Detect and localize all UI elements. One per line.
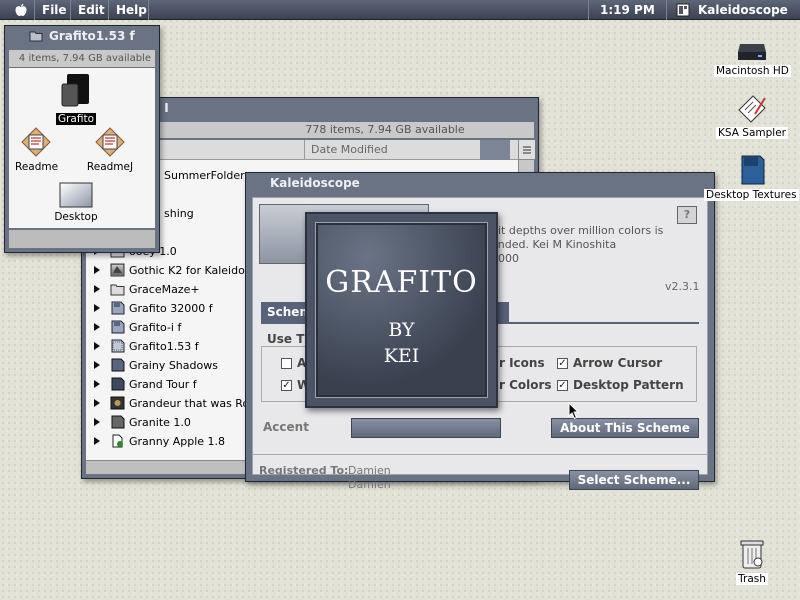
menu-separator <box>34 0 35 20</box>
tab-scheme[interactable]: Schem <box>261 302 312 322</box>
menu-file[interactable]: File <box>38 2 71 18</box>
splash-author: KEI <box>383 345 420 367</box>
option-icons-label: r Icons <box>499 356 545 370</box>
textures-folder-icon <box>741 155 765 185</box>
sampler-document-icon <box>738 95 766 123</box>
folder-window-footer <box>9 230 155 248</box>
disclosure-triangle-icon[interactable] <box>94 323 100 331</box>
folder-icon <box>110 284 125 296</box>
folder-icon <box>111 377 125 391</box>
menu-clock[interactable]: 1:19 PM <box>596 2 659 18</box>
disclosure-triangle-icon[interactable] <box>94 418 100 426</box>
registered-name-1: Damien <box>348 464 391 477</box>
grafito-app-icon <box>61 74 89 107</box>
folder-window: Grafito1.53 f 4 items, 7.94 GB available… <box>4 25 160 253</box>
menu-separator <box>70 0 71 20</box>
disclosure-triangle-icon[interactable] <box>94 399 100 407</box>
help-icon[interactable]: ? <box>677 206 697 224</box>
panel-divider <box>253 454 707 455</box>
option-desktop-pattern-label: Desktop Pattern <box>573 378 684 392</box>
scroll-up-arrow[interactable] <box>519 140 535 160</box>
option-arrow-cursor-label: Arrow Cursor <box>573 356 663 370</box>
about-this-scheme-button[interactable]: About This Scheme <box>551 418 699 438</box>
menu-separator <box>148 0 149 20</box>
menu-separator <box>666 0 667 20</box>
folder-icon <box>111 339 125 353</box>
accent-label: Accent <box>263 420 309 434</box>
readme-document-icon <box>21 127 51 157</box>
kaleidoscope-title: Kaleidoscope <box>270 176 360 190</box>
accent-color-button[interactable] <box>351 418 501 438</box>
readmej-document-icon <box>95 127 125 157</box>
menu-bar: File Edit Help 1:19 PM Kaleidoscope <box>0 0 800 20</box>
disclosure-triangle-icon[interactable] <box>94 361 100 369</box>
folder-window-title: Grafito1.53 f <box>49 29 135 43</box>
select-scheme-button[interactable]: Select Scheme... <box>569 470 699 490</box>
trash-icon <box>740 540 764 569</box>
folder-icon <box>111 320 125 334</box>
menu-application-name[interactable]: Kaleidoscope <box>694 2 792 18</box>
readmej-icon[interactable]: ReadmeJ <box>83 126 137 173</box>
checkbox-w[interactable]: ✓ <box>281 380 292 391</box>
folder-icon <box>111 358 125 372</box>
menu-separator <box>588 0 589 20</box>
kaleidoscope-titlebar[interactable]: Kaleidoscope <box>246 173 714 193</box>
desktop-icon-ksa-sampler[interactable]: KSA Sampler <box>714 92 790 139</box>
scheme-description-line1: bit depths over million colors is <box>491 224 664 237</box>
folder-icon <box>111 415 125 429</box>
menu-help[interactable]: Help <box>112 2 151 18</box>
readme-icon[interactable]: Readme <box>13 126 59 173</box>
tab-other[interactable] <box>497 302 509 322</box>
disclosure-triangle-icon[interactable] <box>94 304 100 312</box>
splash-title: GRAFITO <box>325 265 478 300</box>
menu-separator <box>108 0 109 20</box>
grafito-splash[interactable]: GRAFITO BY KEI <box>305 212 498 408</box>
checkbox-all[interactable] <box>281 358 292 369</box>
disclosure-triangle-icon[interactable] <box>94 285 100 293</box>
column-date-modified[interactable]: Date Modified <box>304 140 480 160</box>
sort-direction-button[interactable] <box>480 140 510 160</box>
scheme-description-line2: ended. Kei M Kinoshita <box>491 238 617 251</box>
splash-inner-panel: GRAFITO BY KEI <box>315 222 488 398</box>
apple-menu-icon[interactable] <box>14 3 28 17</box>
desktop-icon-trash[interactable]: Trash <box>722 538 782 585</box>
version-label: v2.3.1 <box>665 280 700 293</box>
disclosure-triangle-icon[interactable] <box>94 266 100 274</box>
folder-body: Grafito Readme ReadmeJ Desktop <box>9 68 155 228</box>
checkbox-arrow-cursor[interactable]: ✓ <box>557 358 568 369</box>
checkbox-desktop-pattern[interactable]: ✓ <box>557 380 568 391</box>
theme-file-icon <box>110 263 125 277</box>
list-view-icon <box>523 146 531 154</box>
application-menu-icon[interactable] <box>676 3 690 17</box>
hard-drive-icon <box>738 44 766 60</box>
folder-title-icon <box>29 31 43 42</box>
folder-icon <box>111 301 125 315</box>
grafito-icon[interactable]: Grafito <box>53 72 99 125</box>
folder-icon <box>110 396 125 410</box>
menu-edit[interactable]: Edit <box>74 2 109 18</box>
registered-name-2: Damien <box>348 478 391 491</box>
disclosure-triangle-icon[interactable] <box>94 380 100 388</box>
desktop-icon-desktop-textures[interactable]: Desktop Textures <box>704 154 799 201</box>
disclosure-triangle-icon[interactable] <box>94 342 100 350</box>
arrow-cursor-icon <box>568 402 580 420</box>
desktop-icon-macintosh-hd[interactable]: Macintosh HD <box>714 40 791 77</box>
folder-window-titlebar[interactable]: Grafito1.53 f <box>5 26 159 46</box>
splash-by: BY <box>388 319 415 341</box>
desktop-picture-icon[interactable]: Desktop <box>49 182 103 223</box>
option-colors-label: r Colors <box>499 378 552 392</box>
document-icon <box>112 434 123 448</box>
disclosure-triangle-icon[interactable] <box>94 437 100 445</box>
folder-window-info: 4 items, 7.94 GB available <box>9 50 155 67</box>
desktop-image-icon <box>59 182 93 208</box>
registered-to-label: Registered To: <box>259 464 349 477</box>
